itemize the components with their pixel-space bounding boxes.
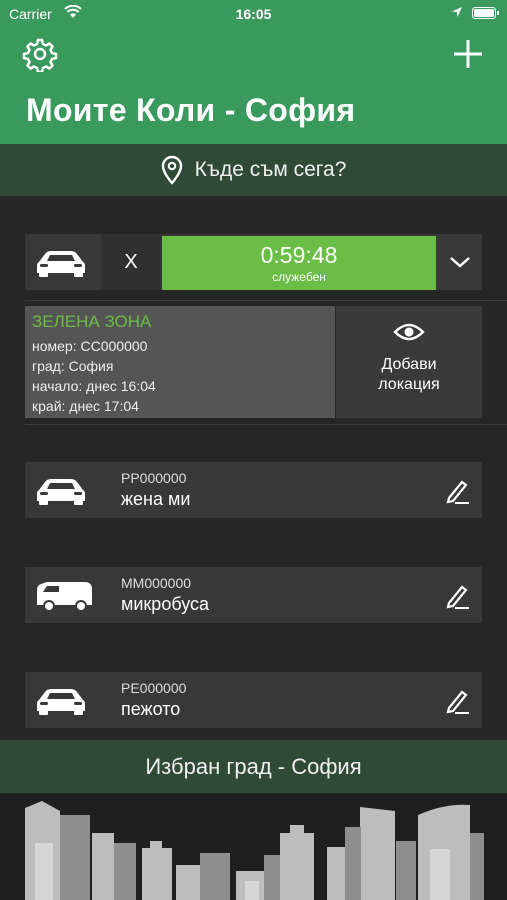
car-icon [37,479,85,505]
where-am-i-button[interactable]: Къде съм сега? [0,144,507,196]
chevron-down-icon [449,257,470,268]
zone-city: град: София [32,358,114,374]
car-plate: РЕ000000 [121,680,187,696]
zone-number: номер: СС000000 [32,338,148,354]
header: Моите Коли - София [0,28,507,144]
car-plate: РР000000 [121,470,187,486]
add-location-button[interactable]: Добави локация [336,306,482,418]
car-icon [37,689,85,715]
car-name: микробуса [121,594,210,614]
gear-icon[interactable] [22,36,58,72]
car-name: жена ми [121,489,191,509]
eye-icon [393,323,425,341]
stop-parking-button[interactable]: X [101,234,161,290]
pencil-icon[interactable] [445,688,471,714]
where-am-i-label: Къде съм сега? [194,158,347,181]
city-skyline-illustration [0,793,507,900]
car-plate: ММ000000 [121,575,192,591]
car-row[interactable]: РР000000 жена ми [25,462,482,518]
pencil-icon[interactable] [445,478,471,504]
zone-details-card: ЗЕЛЕНА ЗОНА номер: СС000000 град: София … [25,306,335,418]
timer-value: 0:59:48 [260,242,338,268]
page-title: Моите Коли - София [26,92,356,128]
add-location-line1: Добави [381,356,437,373]
expand-button[interactable] [437,234,482,290]
divider [25,300,507,301]
timer-label: служебен [272,270,326,284]
add-location-line2: локация [378,376,440,393]
divider [25,424,507,425]
city-selector[interactable]: Избран град - София [0,740,507,793]
plus-icon[interactable] [450,36,486,72]
car-row[interactable]: РЕ000000 пежото [25,672,482,728]
zone-start: начало: днес 16:04 [32,378,156,394]
active-parking-row[interactable]: X 0:59:48 служебен [25,234,482,290]
car-icon [37,251,85,277]
status-bar: Carrier 16:05 [0,0,507,28]
car-name: пежото [121,699,181,719]
battery-icon [472,7,499,19]
zone-title: ЗЕЛЕНА ЗОНА [32,312,152,331]
location-arrow-icon [452,7,462,17]
parking-timer: 0:59:48 служебен [162,236,436,290]
car-row[interactable]: ММ000000 микробуса [25,567,482,623]
map-pin-icon [161,155,182,185]
clock: 16:05 [235,6,272,22]
pencil-icon[interactable] [445,583,471,609]
zone-end: край: днес 17:04 [32,398,139,414]
city-selector-label: Избран град - София [145,753,362,779]
van-icon [37,582,92,612]
